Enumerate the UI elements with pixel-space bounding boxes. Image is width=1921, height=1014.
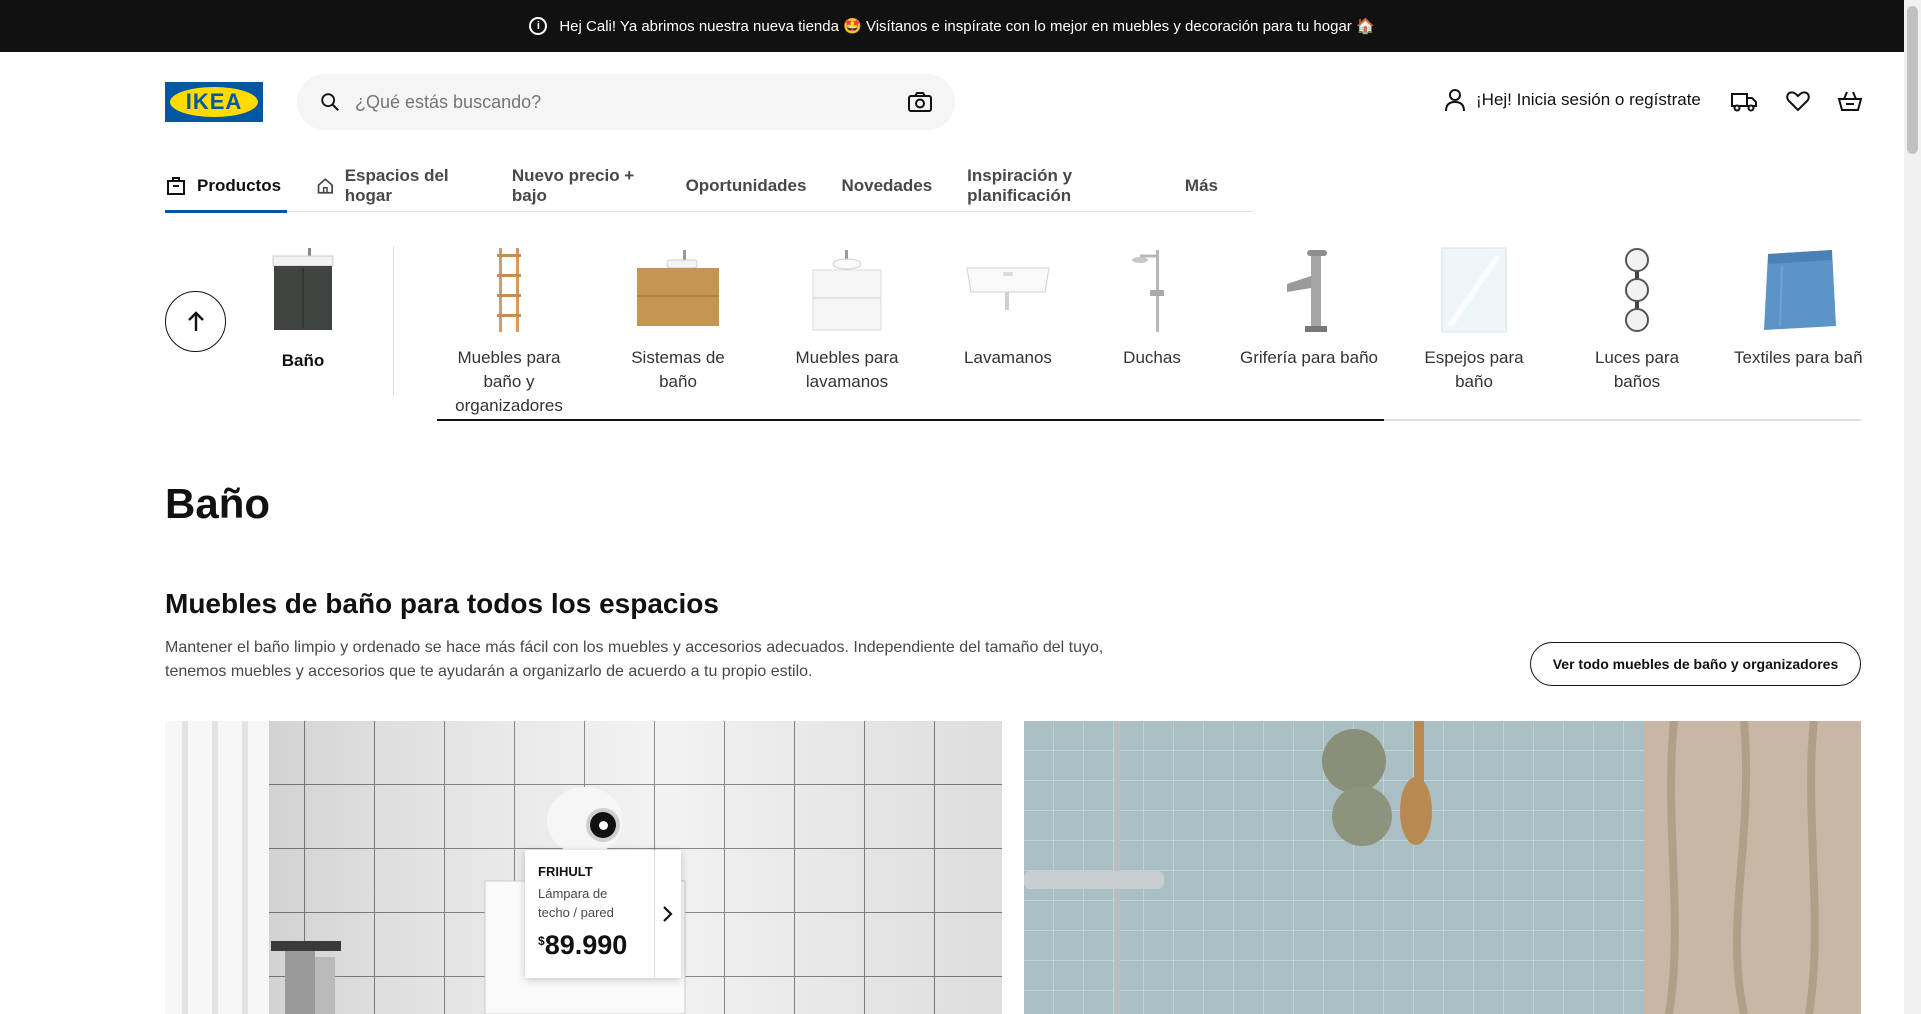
category-espejos[interactable]: Espejos para baño: [1406, 246, 1542, 394]
category-luces[interactable]: Luces para baños: [1573, 246, 1701, 394]
category-label: Espejos para baño: [1424, 348, 1524, 391]
mirror-image: [1441, 247, 1507, 333]
category-lavamanos[interactable]: Lavamanos: [950, 246, 1066, 370]
camera-icon[interactable]: [907, 91, 933, 113]
tab-label: Productos: [197, 175, 282, 195]
price-currency: $: [538, 934, 545, 948]
carousel-scrollbar[interactable]: [437, 419, 1861, 421]
login-link[interactable]: ¡Hej! Inicia sesión o regístrate: [1444, 88, 1701, 112]
carousel-scroll-thumb[interactable]: [437, 419, 1384, 421]
wall-lamp-image: [1625, 248, 1649, 332]
main-navigation: Productos Espacios del hogar Nuevo preci…: [165, 160, 1253, 213]
home-icon: [317, 177, 334, 194]
tab-label: Oportunidades: [685, 175, 807, 195]
tab-label: Inspiración y planificación: [967, 165, 1073, 205]
category-duchas[interactable]: Duchas: [1098, 246, 1206, 370]
tab-espacios-del-hogar[interactable]: Espacios del hogar: [316, 160, 477, 212]
vanity-cabinet-image: [272, 248, 334, 330]
section-title: Muebles de baño para todos los espacios: [165, 588, 719, 619]
delivery-truck-icon[interactable]: [1730, 88, 1758, 114]
see-all-button[interactable]: Ver todo muebles de baño y organizadores: [1530, 642, 1861, 686]
tab-inspiracion[interactable]: Inspiración y planificación: [967, 160, 1150, 212]
category-sistemas-bano[interactable]: Sistemas de baño: [612, 246, 744, 394]
current-category-label: Baño: [281, 351, 325, 370]
arrow-up-icon: [187, 310, 204, 331]
washbasin-image: [966, 267, 1050, 310]
page-title: Baño: [165, 480, 270, 527]
towel-image: [1764, 250, 1836, 330]
tab-oportunidades[interactable]: Oportunidades: [686, 160, 807, 212]
carousel-divider: [393, 246, 394, 396]
tab-label: Nuevo precio + bajo: [511, 165, 635, 205]
category-label: Duchas: [1123, 348, 1181, 367]
announcement-text: Hej Cali! Ya abrimos nuestra nueva tiend…: [559, 18, 1375, 35]
tab-mas[interactable]: Más: [1185, 160, 1218, 212]
product-hotspot[interactable]: [586, 808, 620, 842]
tab-label: Espacios del hogar: [344, 165, 449, 205]
announcement-bar: i Hej Cali! Ya abrimos nuestra nueva tie…: [0, 0, 1904, 52]
current-category[interactable]: Baño: [255, 246, 351, 371]
tab-label: Más: [1184, 175, 1218, 195]
info-icon: i: [529, 17, 548, 35]
category-label: Sistemas de baño: [631, 348, 725, 391]
search-icon[interactable]: [319, 91, 341, 113]
product-price: $89.990: [538, 930, 627, 961]
sink-cabinet-image: [812, 250, 882, 331]
heart-icon[interactable]: [1784, 88, 1812, 114]
category-textiles[interactable]: Textiles para baño: [1734, 246, 1862, 370]
category-muebles-lavamanos[interactable]: Muebles para lavamanos: [776, 246, 918, 394]
category-label: Muebles para lavamanos: [795, 348, 899, 391]
category-label: Textiles para baño: [1734, 348, 1862, 367]
box-icon: [167, 176, 185, 195]
faucet-image: [1287, 250, 1327, 332]
ikea-logo[interactable]: IKEA: [165, 82, 263, 122]
page-scrollbar[interactable]: [1904, 0, 1921, 1014]
category-label: Grifería para baño: [1240, 348, 1378, 367]
login-label: ¡Hej! Inicia sesión o regístrate: [1476, 90, 1701, 109]
search-input[interactable]: [355, 91, 907, 113]
category-label: Luces para baños: [1594, 348, 1680, 391]
section-description: Mantener el baño limpio y ordenado se ha…: [165, 639, 1104, 680]
category-label: Lavamanos: [964, 348, 1052, 367]
shower-image: [1132, 250, 1164, 332]
tab-nuevo-precio[interactable]: Nuevo precio + bajo: [512, 160, 651, 212]
shelving-unit-image: [497, 248, 521, 332]
bathroom-system-image: [637, 250, 719, 326]
scrollbar-thumb[interactable]: [1907, 6, 1918, 154]
category-griferia[interactable]: Grifería para baño: [1238, 246, 1380, 370]
product-description: Lámpara de techo / pared: [538, 886, 614, 920]
user-icon: [1445, 89, 1465, 112]
chevron-right-icon[interactable]: [659, 905, 675, 923]
shower-wall-image: [1024, 721, 1861, 1014]
price-value: 89.990: [544, 930, 628, 960]
logo-text: IKEA: [185, 89, 243, 114]
hotspot-dot: [598, 820, 608, 830]
tab-label: Novedades: [841, 175, 933, 195]
category-muebles-bano[interactable]: Muebles para baño y organizadores: [437, 246, 581, 418]
back-up-button[interactable]: [165, 291, 226, 352]
product-name: FRIHULT: [538, 864, 593, 879]
category-label: Muebles para baño y organizadores: [455, 348, 563, 415]
shopping-bag-icon[interactable]: [1836, 88, 1864, 114]
search-bar[interactable]: [297, 74, 955, 130]
tab-novedades[interactable]: Novedades: [841, 160, 932, 212]
tab-productos[interactable]: Productos: [165, 160, 288, 213]
tooltip-divider: [654, 850, 655, 978]
product-tooltip[interactable]: FRIHULT Lámpara de techo / pared $89.990: [525, 850, 681, 978]
bathroom-photo-right[interactable]: [1024, 721, 1861, 1014]
